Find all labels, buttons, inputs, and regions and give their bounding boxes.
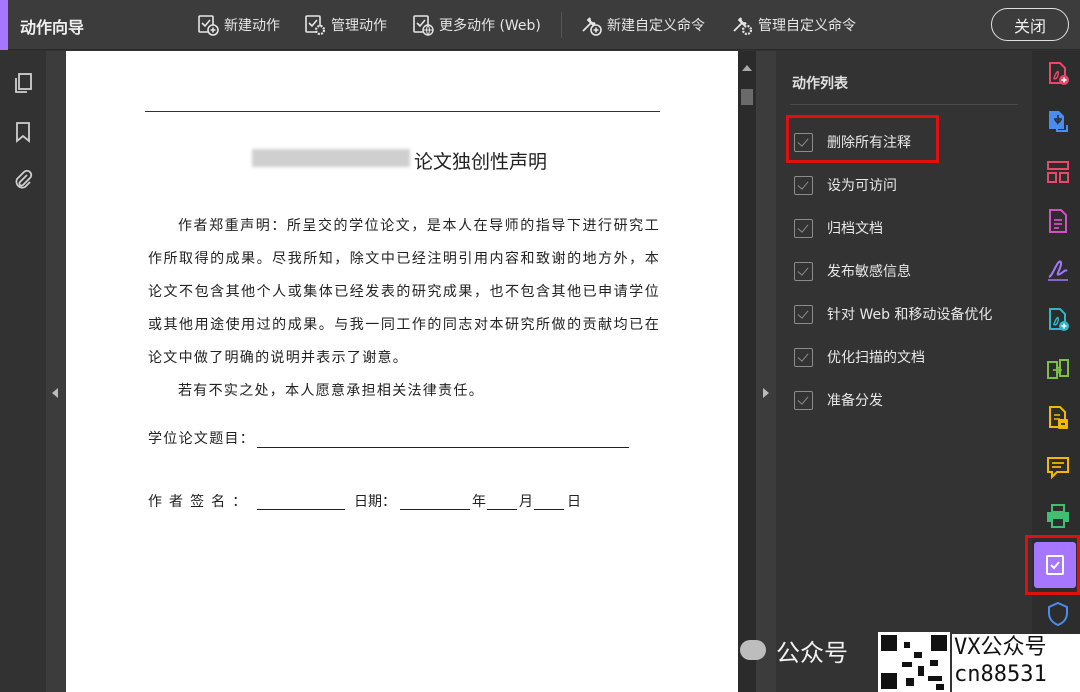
scroll-up-arrow-icon[interactable] — [742, 65, 752, 71]
action-check-icon — [794, 218, 813, 238]
action-check-icon — [794, 390, 813, 410]
year-underline — [400, 509, 470, 510]
fill-sign-icon[interactable] — [1045, 256, 1071, 282]
comment-icon[interactable] — [1045, 454, 1071, 480]
panel-divider — [790, 104, 1018, 105]
new-custom-command-label: 新建自定义命令 — [607, 18, 705, 34]
document-scrollbar[interactable] — [738, 51, 756, 692]
manage-action-button[interactable]: 管理动作 — [303, 10, 387, 40]
new-custom-command-button[interactable]: 新建自定义命令 — [579, 10, 705, 40]
action-item-publish-sensitive[interactable]: 发布敏感信息 — [794, 259, 911, 283]
send-for-review-icon[interactable] — [1045, 307, 1071, 333]
right-panel-toggle[interactable] — [756, 51, 776, 692]
action-check-icon — [794, 347, 813, 367]
collapse-right-arrow-icon — [763, 388, 769, 398]
action-item-label: 设为可访问 — [827, 178, 897, 194]
highlight-remove-comments — [786, 115, 939, 163]
month-label: 月 — [519, 494, 533, 510]
export-pdf-icon[interactable] — [1045, 109, 1071, 135]
close-button[interactable]: 关闭 — [991, 8, 1069, 41]
attachment-icon[interactable] — [11, 168, 35, 192]
action-item-archive[interactable]: 归档文档 — [794, 216, 883, 240]
qr-code — [878, 632, 950, 692]
edit-pdf-icon[interactable] — [1045, 208, 1071, 234]
action-item-label: 归档文档 — [827, 221, 883, 237]
declaration-paragraph: 作者郑重声明：所呈交的学位论文，是本人在导师的指导下进行研究工作所取得的成果。尽… — [148, 218, 660, 366]
responsibility-line: 若有不实之处，本人愿意承担相关法律责任。 — [178, 383, 484, 399]
day-underline — [534, 509, 564, 510]
left-navigation — [0, 51, 46, 692]
action-check-icon — [794, 175, 813, 195]
left-panel-toggle[interactable] — [46, 51, 66, 692]
vx-line2: cn88531 — [954, 662, 1047, 687]
combine-files-icon[interactable] — [1045, 405, 1071, 431]
action-item-label: 发布敏感信息 — [827, 264, 911, 280]
action-wizard-tool-active[interactable] — [1025, 535, 1080, 595]
action-item-prepare-distribution[interactable]: 准备分发 — [794, 388, 883, 412]
action-item-make-accessible[interactable]: 设为可访问 — [794, 173, 897, 197]
header-rule — [145, 111, 660, 112]
action-check-icon — [794, 261, 813, 281]
print-production-icon[interactable] — [1045, 503, 1071, 529]
action-wizard-icon — [1046, 555, 1064, 575]
tools-rail — [1032, 51, 1080, 692]
page-thumbnails-icon[interactable] — [11, 71, 35, 95]
manage-custom-command-icon — [733, 17, 753, 36]
wechat-watermark: 公众号 — [740, 633, 848, 667]
author-signature-label: 作 者 签 名 ： — [148, 494, 248, 510]
wechat-logo-icon — [740, 640, 766, 660]
new-action-button[interactable]: 新建动作 — [196, 10, 280, 40]
date-label: 日期： — [354, 494, 396, 510]
organize-pages-icon[interactable] — [1045, 159, 1071, 185]
scroll-thumb[interactable] — [741, 89, 753, 105]
action-wizard-toolbar: 动作向导 新建动作 管理动作 更多动作 (Web) 新建自定义命令 管理自定义命… — [0, 0, 1080, 50]
compare-files-icon[interactable] — [1045, 357, 1071, 383]
vx-watermark: VX公众号 cn88531 — [952, 634, 1080, 692]
new-action-label: 新建动作 — [224, 18, 280, 34]
new-custom-command-icon — [582, 17, 602, 36]
action-list-title: 动作列表 — [792, 76, 848, 92]
manage-action-label: 管理动作 — [331, 18, 387, 34]
toolbar-divider — [561, 12, 562, 38]
action-check-icon — [794, 304, 813, 324]
wechat-watermark-text: 公众号 — [776, 638, 848, 667]
thesis-title-label: 学位论文题目： — [148, 431, 256, 447]
action-item-label: 针对 Web 和移动设备优化 — [827, 307, 993, 323]
signature-underline — [257, 509, 345, 510]
action-item-label: 优化扫描的文档 — [827, 350, 925, 366]
action-item-optimize-scanned[interactable]: 优化扫描的文档 — [794, 345, 925, 369]
action-item-label: 准备分发 — [827, 393, 883, 409]
manage-custom-command-label: 管理自定义命令 — [758, 18, 856, 34]
more-actions-web-icon — [413, 15, 434, 36]
new-action-icon — [198, 15, 219, 36]
vx-line1: VX公众号 — [954, 635, 1047, 660]
more-actions-web-button[interactable]: 更多动作 (Web) — [411, 10, 541, 40]
collapse-left-arrow-icon — [52, 388, 58, 398]
manage-action-icon — [305, 15, 326, 36]
toolbar-title: 动作向导 — [20, 18, 85, 37]
thesis-title-underline — [257, 447, 629, 448]
redacted-university-name — [252, 149, 410, 167]
toolbar-accent-bar — [0, 0, 8, 50]
more-actions-web-label: 更多动作 (Web) — [439, 18, 541, 34]
protect-shield-icon[interactable] — [1045, 601, 1071, 627]
manage-custom-command-button[interactable]: 管理自定义命令 — [730, 10, 856, 40]
day-label: 日 — [567, 494, 581, 510]
year-label: 年 — [472, 494, 486, 510]
document-title: 论文独创性声明 — [414, 151, 548, 173]
create-pdf-icon[interactable] — [1045, 61, 1071, 87]
month-underline — [487, 509, 517, 510]
action-item-optimize-web-mobile[interactable]: 针对 Web 和移动设备优化 — [794, 302, 992, 326]
bookmark-icon[interactable] — [11, 120, 35, 144]
